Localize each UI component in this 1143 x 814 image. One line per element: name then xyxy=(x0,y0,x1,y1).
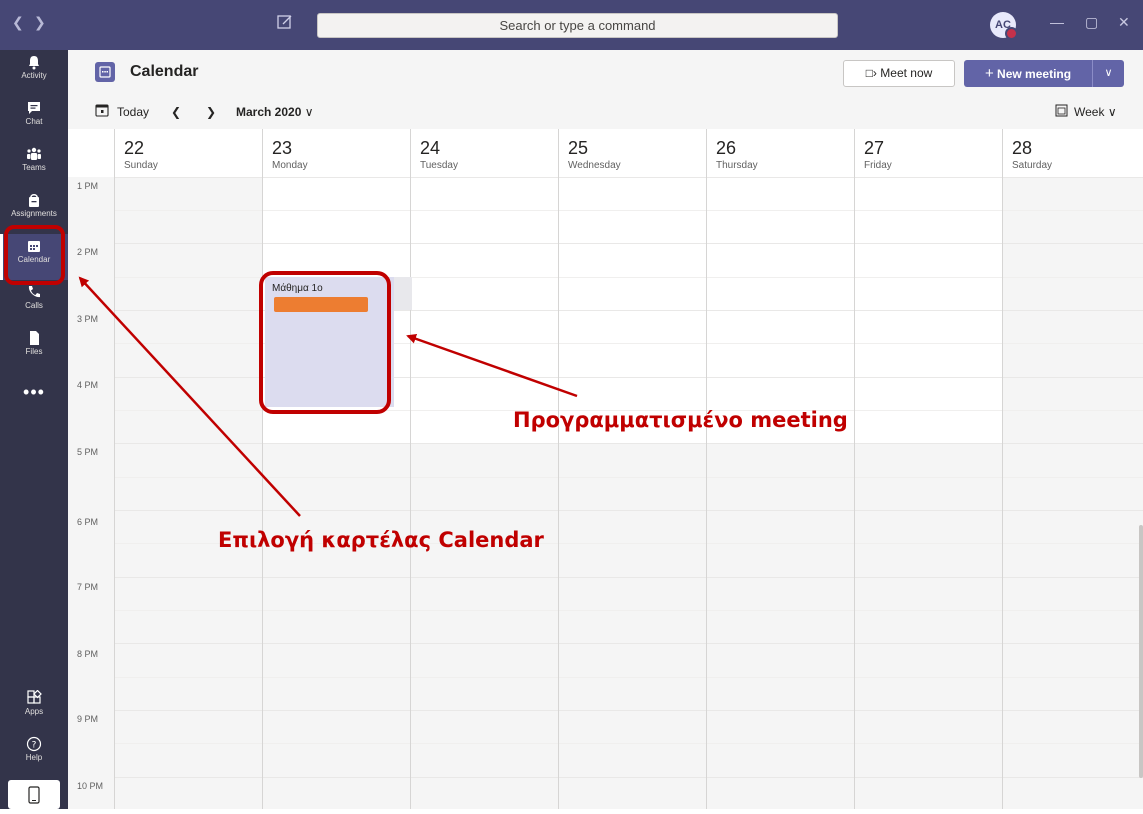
chevron-down-icon: ∨ xyxy=(304,105,314,119)
time-label: 2 PM xyxy=(77,247,99,257)
avatar[interactable]: AC xyxy=(990,12,1018,40)
time-label: 10 PM xyxy=(77,781,104,791)
rail-item-activity[interactable]: Activity xyxy=(0,50,68,96)
calendar-tab-annotation: Επιλογή καρτέλας Calendar xyxy=(218,528,544,552)
chevron-down-icon: ∨ xyxy=(1107,105,1117,119)
phone-icon xyxy=(28,286,40,298)
rail-label: Files xyxy=(25,347,43,356)
maximize-icon[interactable]: ▢ xyxy=(1085,14,1098,31)
calendar-app-icon xyxy=(95,62,115,82)
forward-icon[interactable]: ❯ xyxy=(34,14,46,31)
day-header[interactable]: 28 Saturday xyxy=(1002,129,1143,177)
title-bar: ❮ ❯ Search or type a command AC — ▢ ✕ xyxy=(0,0,1143,50)
calendar-toolbar: Today ❮ ❯ March 2020 ∨ Week ∨ xyxy=(68,95,1143,129)
rail-item-apps[interactable]: Apps xyxy=(0,686,68,732)
presence-dot xyxy=(1005,27,1018,40)
time-label: 3 PM xyxy=(77,314,99,324)
day-number: 23 xyxy=(272,138,293,158)
view-label: Week xyxy=(1074,105,1105,119)
page-title: Calendar xyxy=(130,63,199,80)
rail-item-files[interactable]: Files xyxy=(0,326,68,372)
day-header[interactable]: 25 Wednesday xyxy=(558,129,706,177)
meet-now-label: Meet now xyxy=(880,66,933,80)
day-number: 27 xyxy=(864,138,885,158)
time-label: 6 PM xyxy=(77,517,99,527)
time-label: 4 PM xyxy=(77,380,99,390)
time-column: 1 PM 2 PM 3 PM 4 PM 5 PM 6 PM 7 PM 8 PM … xyxy=(68,177,114,809)
day-header[interactable]: 27 Friday xyxy=(854,129,1002,177)
bell-icon xyxy=(29,56,39,70)
rail-label: Calls xyxy=(25,301,43,310)
day-number: 26 xyxy=(716,138,737,158)
month-label: March 2020 xyxy=(236,105,302,119)
chevron-down-icon[interactable]: ∨ xyxy=(1093,60,1124,87)
assignments-icon xyxy=(29,194,39,207)
scrollbar[interactable] xyxy=(1139,525,1143,778)
back-icon[interactable]: ❮ xyxy=(12,14,24,31)
rail-label: Apps xyxy=(24,707,44,716)
time-label: 7 PM xyxy=(77,582,99,592)
time-label: 1 PM xyxy=(77,181,99,191)
apps-icon xyxy=(27,690,42,704)
new-meeting-button[interactable]: + New meeting ∨ xyxy=(964,60,1124,87)
day-name: Saturday xyxy=(1012,160,1053,171)
rail-label: Teams xyxy=(22,163,46,172)
video-camera-icon: □› xyxy=(865,66,877,80)
rail-label: Assignments xyxy=(11,209,57,218)
teams-icon xyxy=(27,147,41,160)
rail-item-teams[interactable]: Teams xyxy=(0,142,68,188)
rail-item-chat[interactable]: Chat xyxy=(0,96,68,142)
today-button[interactable]: Today xyxy=(117,105,149,119)
day-number: 24 xyxy=(420,138,441,158)
meeting-highlight xyxy=(259,271,391,414)
file-icon xyxy=(30,331,39,345)
next-week-icon[interactable]: ❯ xyxy=(206,105,216,119)
day-number: 22 xyxy=(124,138,145,158)
day-name: Wednesday xyxy=(568,160,621,171)
new-meeting-label: New meeting xyxy=(997,67,1072,81)
day-name: Thursday xyxy=(716,160,758,171)
calendar-header: Calendar □› Meet now + New meeting ∨ xyxy=(68,50,1143,96)
month-selector[interactable]: March 2020 ∨ xyxy=(236,105,314,119)
rail-label: Activity xyxy=(21,71,47,80)
days-header-row: 22 Sunday 23 Monday 24 Tuesday 25 Wednesday … xyxy=(68,129,1143,178)
close-icon[interactable]: ✕ xyxy=(1118,14,1130,31)
view-selector[interactable]: Week ∨ xyxy=(1074,105,1117,119)
app-rail: Activity Chat Teams Assignments Calendar… xyxy=(0,50,68,809)
compose-icon[interactable] xyxy=(276,13,294,31)
week-view-icon xyxy=(1055,104,1068,120)
day-number: 28 xyxy=(1012,138,1033,158)
svg-text:?: ? xyxy=(32,741,37,751)
help-icon: ? xyxy=(26,736,42,752)
day-header[interactable]: 22 Sunday xyxy=(114,129,262,177)
day-header[interactable]: 23 Monday xyxy=(262,129,410,177)
day-name: Tuesday xyxy=(420,160,458,171)
minimize-icon[interactable]: — xyxy=(1050,14,1064,30)
calendar-tab-highlight xyxy=(4,225,65,285)
mobile-device-icon xyxy=(28,786,40,804)
today-icon xyxy=(95,103,109,120)
previous-week-icon[interactable]: ❮ xyxy=(171,105,181,119)
rail-item-calls[interactable]: Calls xyxy=(0,280,68,326)
plus-icon: + xyxy=(984,65,994,82)
time-label: 5 PM xyxy=(77,447,99,457)
day-header[interactable]: 24 Tuesday xyxy=(410,129,558,177)
day-header[interactable]: 26 Thursday xyxy=(706,129,854,177)
rail-label: Chat xyxy=(25,117,43,126)
rail-label: Help xyxy=(25,753,43,762)
day-name: Friday xyxy=(864,160,892,171)
day-name: Sunday xyxy=(124,160,158,171)
rail-item-help[interactable]: ? Help xyxy=(0,732,68,778)
week-grid: 22 Sunday 23 Monday 24 Tuesday 25 Wednesday … xyxy=(68,129,1143,809)
chat-icon xyxy=(28,102,40,114)
time-label: 8 PM xyxy=(77,649,99,659)
meet-now-button[interactable]: □› Meet now xyxy=(843,60,955,87)
device-button[interactable] xyxy=(8,780,60,809)
search-input[interactable]: Search or type a command xyxy=(317,13,838,38)
day-number: 25 xyxy=(568,138,589,158)
meeting-annotation: Προγραμματισμένο meeting xyxy=(513,408,848,432)
day-name: Monday xyxy=(272,160,308,171)
more-apps-icon[interactable]: ••• xyxy=(0,382,68,403)
time-label: 9 PM xyxy=(77,714,99,724)
